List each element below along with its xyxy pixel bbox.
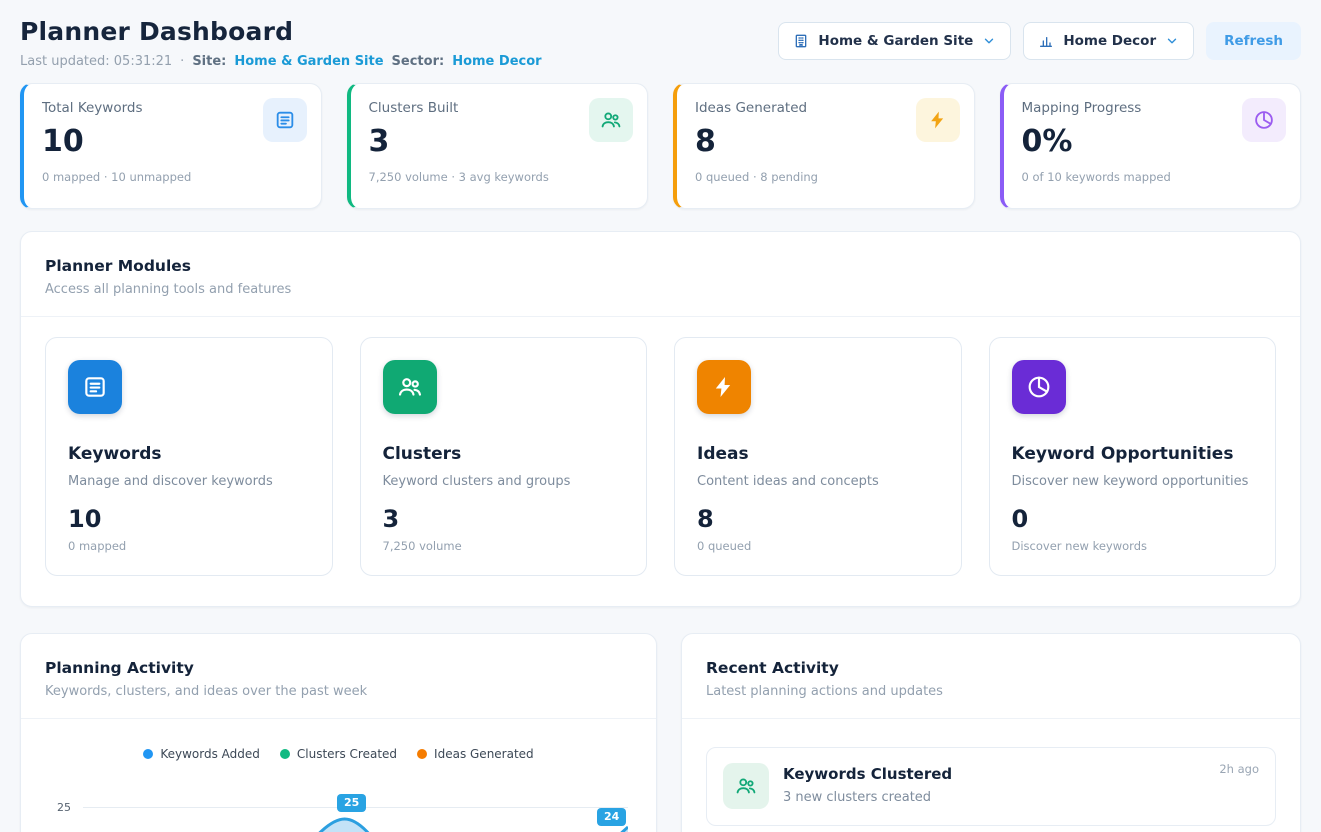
legend-label: Ideas Generated: [434, 747, 534, 761]
planning-activity-title: Planning Activity: [45, 659, 632, 677]
stat-detail: 7,250 volume · 3 avg keywords: [369, 170, 630, 184]
pie-chart-icon: [1242, 98, 1286, 142]
module-value: 3: [383, 505, 625, 533]
data-point-label: 25: [337, 794, 366, 812]
document-icon: [263, 98, 307, 142]
lightning-icon: [916, 98, 960, 142]
modules-panel-title: Planner Modules: [45, 257, 1276, 275]
pie-chart-icon: [1012, 360, 1066, 414]
site-selector-value: Home & Garden Site: [818, 33, 973, 49]
activity-chart: 25 25 24: [45, 781, 632, 832]
module-title: Keyword Opportunities: [1012, 444, 1254, 464]
module-detail: 0 queued: [697, 539, 939, 553]
header-left: Planner Dashboard Last updated: 05:31:21…: [20, 18, 542, 69]
activity-item-title: Keywords Clustered: [783, 765, 952, 783]
sector-label: Sector:: [392, 54, 445, 69]
page-title: Planner Dashboard: [20, 18, 542, 46]
chevron-down-icon: [982, 34, 996, 48]
modules-panel-subtitle: Access all planning tools and features: [45, 282, 1276, 297]
stat-detail: 0 mapped · 10 unmapped: [42, 170, 303, 184]
sector-selector-value: Home Decor: [1063, 33, 1156, 49]
stats-grid: Total Keywords 10 0 mapped · 10 unmapped…: [20, 83, 1301, 209]
sector-link[interactable]: Home Decor: [452, 54, 541, 69]
recent-activity-subtitle: Latest planning actions and updates: [706, 684, 1276, 699]
data-point-label: 24: [597, 808, 626, 826]
modules-grid: Keywords Manage and discover keywords 10…: [21, 317, 1300, 606]
planner-modules-panel: Planner Modules Access all planning tool…: [20, 231, 1301, 607]
y-axis-tick: 25: [57, 801, 71, 814]
bar-chart-icon: [1038, 33, 1054, 49]
module-title: Ideas: [697, 444, 939, 464]
users-icon: [723, 763, 769, 809]
meta-separator: ·: [180, 54, 184, 69]
module-description: Discover new keyword opportunities: [1012, 474, 1254, 489]
planning-activity-subtitle: Keywords, clusters, and ideas over the p…: [45, 684, 632, 699]
page-header: Planner Dashboard Last updated: 05:31:21…: [20, 18, 1301, 69]
planning-activity-header: Planning Activity Keywords, clusters, an…: [21, 634, 656, 719]
planning-activity-chart-area: Keywords Added Clusters Created Ideas Ge…: [21, 719, 656, 832]
activity-list-item: Keywords Clustered 3 new clusters create…: [706, 747, 1276, 826]
module-value: 10: [68, 505, 310, 533]
last-updated-text: Last updated: 05:31:21: [20, 54, 172, 69]
legend-item-clusters-created: Clusters Created: [280, 747, 397, 761]
module-detail: 0 mapped: [68, 539, 310, 553]
activity-item-timestamp: 2h ago: [1219, 762, 1259, 776]
module-value: 8: [697, 505, 939, 533]
building-icon: [793, 33, 809, 49]
module-description: Keyword clusters and groups: [383, 474, 625, 489]
module-title: Keywords: [68, 444, 310, 464]
legend-dot-orange: [417, 749, 427, 759]
planning-activity-card: Planning Activity Keywords, clusters, an…: [20, 633, 657, 832]
module-card-keyword-opportunities[interactable]: Keyword Opportunities Discover new keywo…: [989, 337, 1277, 576]
header-controls: Home & Garden Site Home Decor Refresh: [778, 22, 1301, 60]
module-value: 0: [1012, 505, 1254, 533]
module-detail: Discover new keywords: [1012, 539, 1254, 553]
stat-card-ideas-generated: Ideas Generated 8 0 queued · 8 pending: [673, 83, 975, 209]
activity-item-body: Keywords Clustered 3 new clusters create…: [783, 763, 952, 805]
stat-card-mapping-progress: Mapping Progress 0% 0 of 10 keywords map…: [1000, 83, 1302, 209]
site-label: Site:: [192, 54, 226, 69]
stat-card-clusters-built: Clusters Built 3 7,250 volume · 3 avg ke…: [347, 83, 649, 209]
legend-dot-blue: [143, 749, 153, 759]
stat-card-total-keywords: Total Keywords 10 0 mapped · 10 unmapped: [20, 83, 322, 209]
module-title: Clusters: [383, 444, 625, 464]
document-icon: [68, 360, 122, 414]
module-card-keywords[interactable]: Keywords Manage and discover keywords 10…: [45, 337, 333, 576]
module-card-ideas[interactable]: Ideas Content ideas and concepts 8 0 que…: [674, 337, 962, 576]
legend-item-ideas-generated: Ideas Generated: [417, 747, 534, 761]
legend-label: Clusters Created: [297, 747, 397, 761]
site-link[interactable]: Home & Garden Site: [234, 54, 383, 69]
recent-activity-card: Recent Activity Latest planning actions …: [681, 633, 1301, 832]
header-meta: Last updated: 05:31:21 · Site: Home & Ga…: [20, 54, 542, 69]
recent-activity-list: Keywords Clustered 3 new clusters create…: [682, 719, 1300, 826]
legend-label: Keywords Added: [160, 747, 260, 761]
legend-item-keywords-added: Keywords Added: [143, 747, 260, 761]
planner-dashboard-page: Planner Dashboard Last updated: 05:31:21…: [0, 0, 1321, 832]
users-icon: [589, 98, 633, 142]
legend-dot-green: [280, 749, 290, 759]
refresh-button[interactable]: Refresh: [1206, 22, 1301, 60]
module-detail: 7,250 volume: [383, 539, 625, 553]
module-description: Manage and discover keywords: [68, 474, 310, 489]
chevron-down-icon: [1165, 34, 1179, 48]
module-card-clusters[interactable]: Clusters Keyword clusters and groups 3 7…: [360, 337, 648, 576]
site-selector-dropdown[interactable]: Home & Garden Site: [778, 22, 1011, 60]
activity-item-description: 3 new clusters created: [783, 790, 952, 805]
lightning-icon: [697, 360, 751, 414]
module-description: Content ideas and concepts: [697, 474, 939, 489]
recent-activity-header: Recent Activity Latest planning actions …: [682, 634, 1300, 719]
users-icon: [383, 360, 437, 414]
chart-legend: Keywords Added Clusters Created Ideas Ge…: [45, 747, 632, 761]
stat-detail: 0 queued · 8 pending: [695, 170, 956, 184]
bottom-row: Planning Activity Keywords, clusters, an…: [20, 633, 1301, 832]
modules-panel-header: Planner Modules Access all planning tool…: [21, 232, 1300, 317]
sector-selector-dropdown[interactable]: Home Decor: [1023, 22, 1194, 60]
stat-detail: 0 of 10 keywords mapped: [1022, 170, 1283, 184]
recent-activity-title: Recent Activity: [706, 659, 1276, 677]
